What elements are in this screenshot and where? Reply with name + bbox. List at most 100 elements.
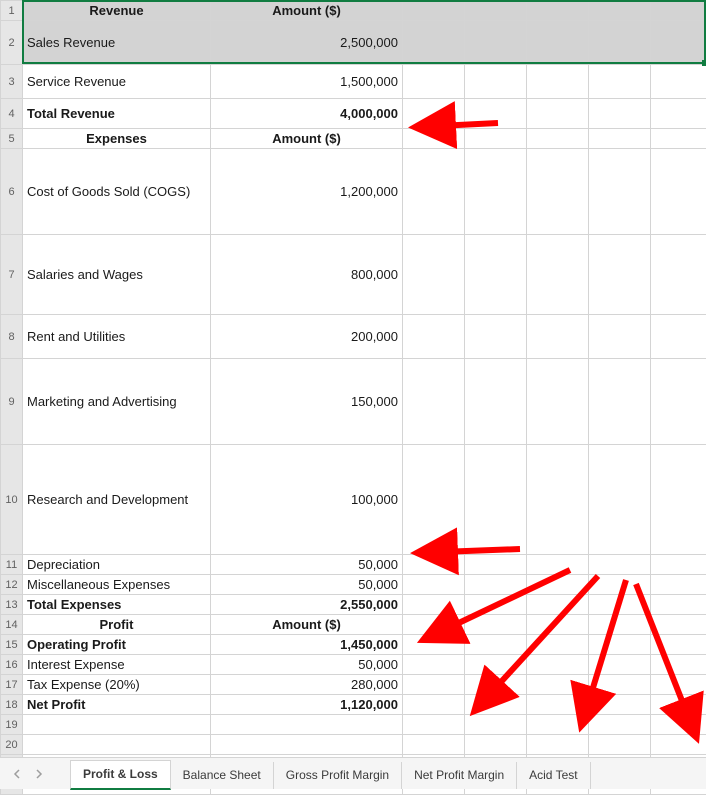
cell[interactable]	[527, 99, 589, 129]
cell[interactable]: Sales Revenue	[23, 21, 211, 65]
sheet-tab[interactable]: Balance Sheet	[171, 762, 274, 789]
cell[interactable]: Amount ($)	[211, 1, 403, 21]
cell[interactable]: Rent and Utilities	[23, 315, 211, 359]
cell[interactable]	[403, 149, 465, 235]
cell[interactable]	[651, 635, 706, 655]
cell[interactable]	[589, 21, 651, 65]
cell[interactable]: 2,550,000	[211, 595, 403, 615]
cell[interactable]	[527, 675, 589, 695]
cell[interactable]: Depreciation	[23, 555, 211, 575]
row-header[interactable]: 17	[1, 675, 23, 695]
cell[interactable]	[589, 655, 651, 675]
cell[interactable]: Expenses	[23, 129, 211, 149]
cell[interactable]	[589, 359, 651, 445]
cell[interactable]	[589, 149, 651, 235]
row-header[interactable]: 10	[1, 445, 23, 555]
row-header[interactable]: 12	[1, 575, 23, 595]
cell[interactable]	[403, 595, 465, 615]
cell[interactable]	[527, 445, 589, 555]
cell[interactable]	[527, 735, 589, 755]
row-header[interactable]: 7	[1, 235, 23, 315]
cell[interactable]	[403, 1, 465, 21]
cell[interactable]: 280,000	[211, 675, 403, 695]
cell[interactable]: 1,450,000	[211, 635, 403, 655]
cell[interactable]	[465, 615, 527, 635]
cell[interactable]	[589, 315, 651, 359]
cell[interactable]: 50,000	[211, 655, 403, 675]
row-header[interactable]: 20	[1, 735, 23, 755]
cell[interactable]	[403, 65, 465, 99]
cell[interactable]: Service Revenue	[23, 65, 211, 99]
cell[interactable]	[211, 715, 403, 735]
cell[interactable]	[465, 555, 527, 575]
row-header[interactable]: 13	[1, 595, 23, 615]
cell[interactable]	[527, 715, 589, 735]
cell[interactable]	[651, 99, 706, 129]
cell[interactable]: 4,000,000	[211, 99, 403, 129]
cell[interactable]	[465, 65, 527, 99]
cell[interactable]: Operating Profit	[23, 635, 211, 655]
row-header[interactable]: 18	[1, 695, 23, 715]
cell[interactable]: Research and Development	[23, 445, 211, 555]
cell[interactable]	[465, 715, 527, 735]
cell[interactable]	[651, 129, 706, 149]
cell[interactable]: 200,000	[211, 315, 403, 359]
row-header[interactable]: 2	[1, 21, 23, 65]
cell[interactable]: Tax Expense (20%)	[23, 675, 211, 695]
row-header[interactable]: 16	[1, 655, 23, 675]
spreadsheet-grid[interactable]: 1RevenueAmount ($)2Sales Revenue2,500,00…	[0, 0, 706, 795]
cell[interactable]	[23, 735, 211, 755]
row-header[interactable]: 9	[1, 359, 23, 445]
cell[interactable]	[403, 235, 465, 315]
cell[interactable]	[403, 99, 465, 129]
cell[interactable]	[589, 65, 651, 99]
row-header[interactable]: 15	[1, 635, 23, 655]
cell[interactable]	[403, 21, 465, 65]
cell[interactable]: Net Profit	[23, 695, 211, 715]
cell[interactable]	[589, 615, 651, 635]
cell[interactable]	[651, 575, 706, 595]
cell[interactable]	[651, 445, 706, 555]
row-header[interactable]: 19	[1, 715, 23, 735]
cell[interactable]: 1,120,000	[211, 695, 403, 715]
row-header[interactable]: 5	[1, 129, 23, 149]
row-header[interactable]: 14	[1, 615, 23, 635]
cell[interactable]	[651, 675, 706, 695]
cell[interactable]	[527, 555, 589, 575]
sheet-tab[interactable]: Acid Test	[517, 762, 590, 789]
cell[interactable]	[403, 555, 465, 575]
cell[interactable]	[527, 21, 589, 65]
cell[interactable]	[589, 129, 651, 149]
cell[interactable]	[403, 635, 465, 655]
cell[interactable]	[527, 315, 589, 359]
cell[interactable]	[23, 715, 211, 735]
cell[interactable]	[589, 99, 651, 129]
sheet-tab[interactable]: Net Profit Margin	[402, 762, 517, 789]
cell[interactable]	[651, 315, 706, 359]
cell[interactable]: 150,000	[211, 359, 403, 445]
cell[interactable]	[527, 575, 589, 595]
cell[interactable]	[651, 715, 706, 735]
sheet-tab[interactable]: Profit & Loss	[70, 760, 171, 790]
cell[interactable]: Total Expenses	[23, 595, 211, 615]
cell[interactable]	[465, 129, 527, 149]
cell[interactable]	[403, 615, 465, 635]
cell[interactable]	[211, 735, 403, 755]
tab-nav-next[interactable]	[28, 763, 50, 785]
cell[interactable]	[403, 655, 465, 675]
cell[interactable]	[527, 1, 589, 21]
cell[interactable]	[465, 21, 527, 65]
cell[interactable]	[651, 235, 706, 315]
cell[interactable]	[589, 715, 651, 735]
cell[interactable]	[465, 235, 527, 315]
cell[interactable]: Profit	[23, 615, 211, 635]
cell[interactable]	[651, 655, 706, 675]
cell[interactable]	[527, 129, 589, 149]
cell[interactable]	[465, 735, 527, 755]
cell[interactable]	[651, 1, 706, 21]
cell[interactable]	[403, 359, 465, 445]
cell[interactable]	[403, 315, 465, 359]
cell[interactable]	[465, 445, 527, 555]
row-header[interactable]: 6	[1, 149, 23, 235]
cell[interactable]	[465, 359, 527, 445]
